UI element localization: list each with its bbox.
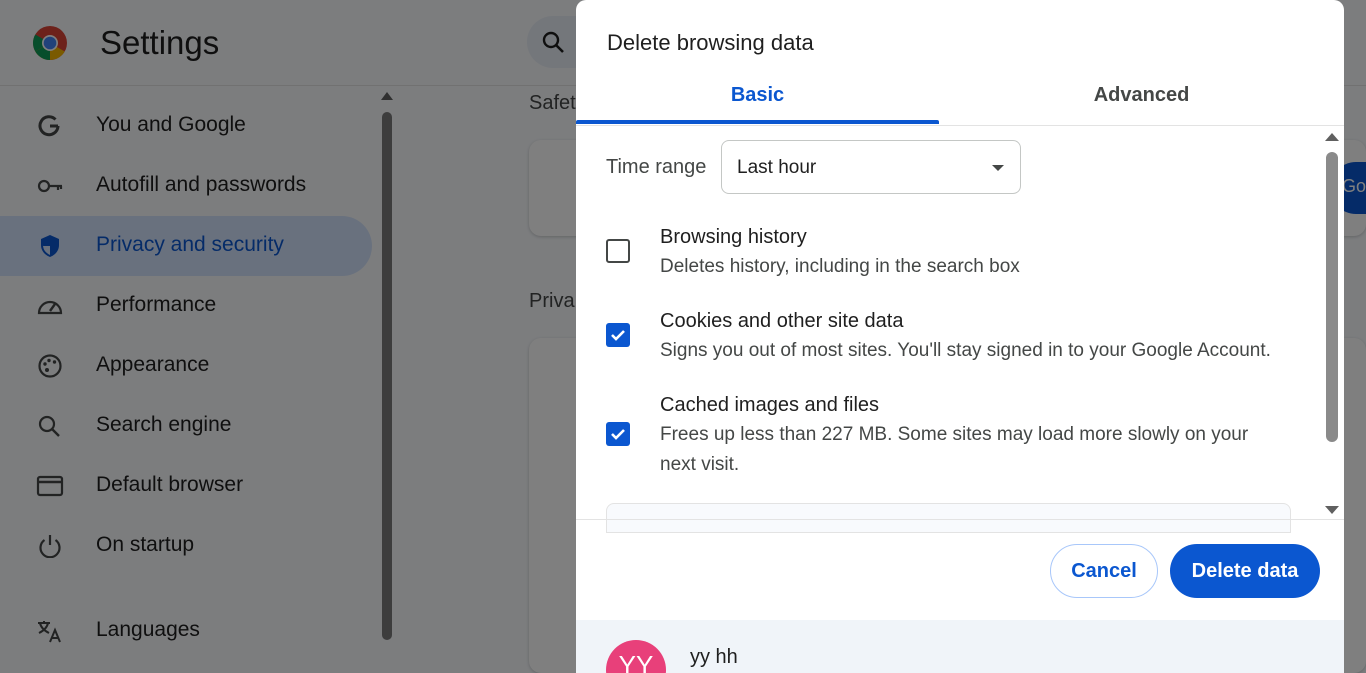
cached-images-title: Cached images and files [660,394,880,416]
cached-images-checkbox[interactable] [606,422,630,446]
dialog-body-divider [576,519,1344,520]
delete-browsing-data-dialog: Delete browsing data Basic Advanced Time… [576,0,1344,673]
delete-data-button[interactable]: Delete data [1170,544,1320,598]
browsing-history-title: Browsing history [660,226,807,248]
time-range-label: Time range [606,156,707,178]
dialog-scroll-down-arrow[interactable] [1325,506,1339,514]
avatar: YY [606,640,666,673]
dialog-title: Delete browsing data [607,30,814,55]
cookies-description: Signs you out of most sites. You'll stay… [660,340,1271,361]
time-range-select[interactable]: Last hour [721,140,1021,194]
dialog-scroll-up-arrow[interactable] [1325,133,1339,141]
cancel-button[interactable]: Cancel [1050,544,1158,598]
selected-tab-indicator [576,120,939,124]
checkmark-icon [611,429,625,440]
account-section: YY yy hh [576,620,1344,673]
dropdown-arrow-icon [992,165,1004,171]
dialog-scrollbar-thumb[interactable] [1326,152,1338,442]
browsing-history-checkbox[interactable] [606,239,630,263]
cached-images-description: Frees up less than 227 MB. Some sites ma… [660,424,1249,475]
tab-advanced[interactable]: Advanced [949,84,1334,107]
tab-divider [576,125,1344,126]
time-range-value: Last hour [737,157,817,178]
account-name: yy hh [690,646,738,668]
info-card [606,503,1291,533]
checkmark-icon [611,330,625,341]
cookies-checkbox[interactable] [606,323,630,347]
tab-basic[interactable]: Basic [576,84,939,107]
browsing-history-description: Deletes history, including in the search… [660,256,1020,277]
cookies-title: Cookies and other site data [660,310,904,332]
